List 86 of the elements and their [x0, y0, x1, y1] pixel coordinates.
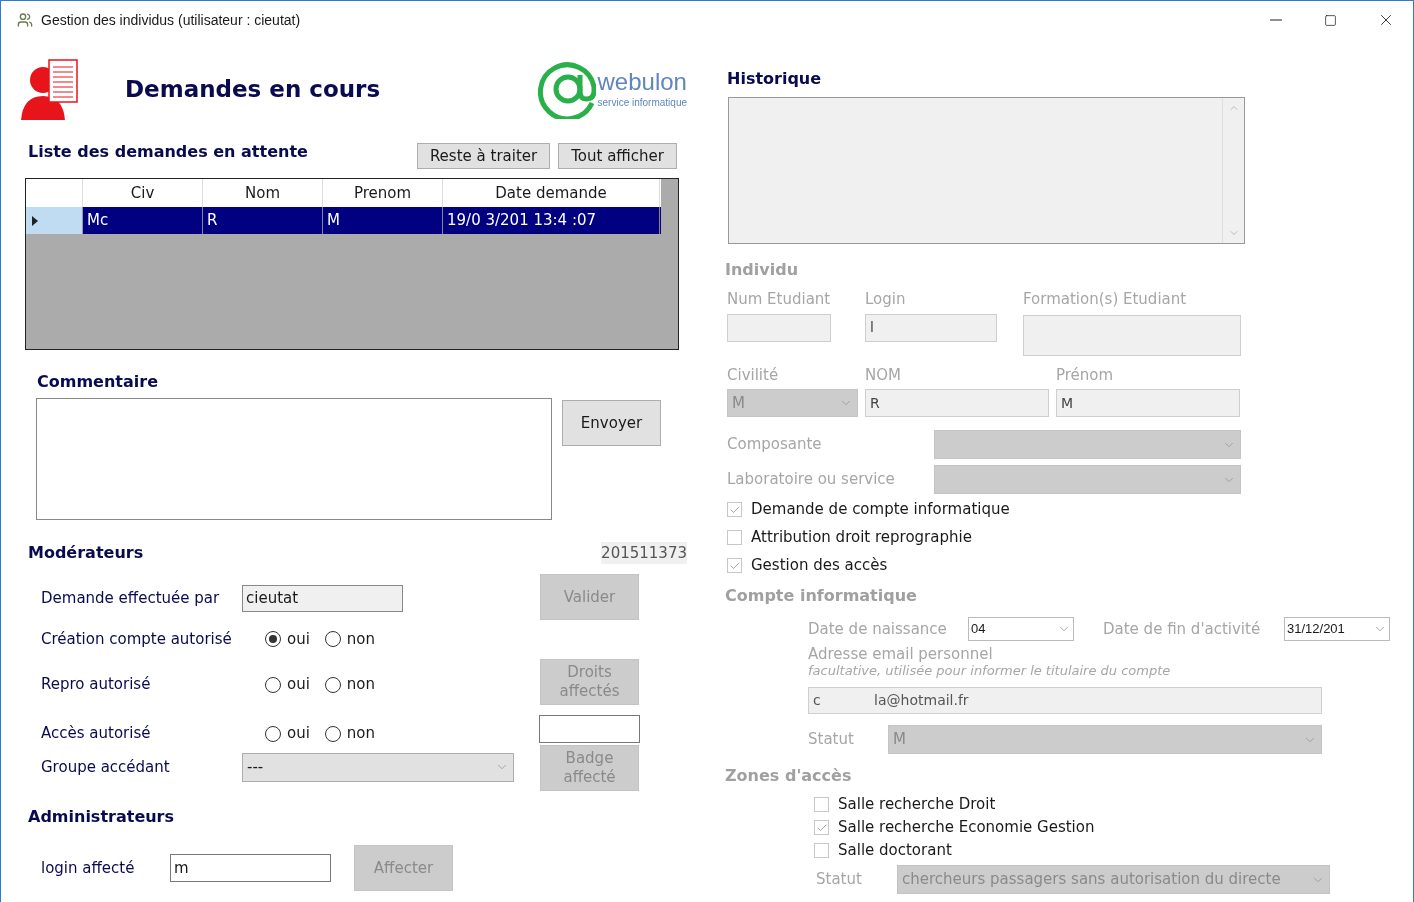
field-label: Groupe accédant [41, 756, 171, 778]
field-label: Statut [816, 869, 863, 891]
checkbox[interactable] [727, 530, 742, 545]
checkbox-label: Salle doctorant [838, 840, 952, 862]
radio-label: oui [287, 628, 310, 650]
field-label: Adresse email personnel [808, 645, 994, 663]
field-label: Formation(s) Etudiant [1023, 289, 1188, 310]
window-title: Gestion des individus (utilisateur : cieutat) [41, 10, 301, 30]
field-label: Accès autorisé [41, 723, 152, 745]
comment-field[interactable] [36, 398, 552, 520]
checkbox-label: Salle recherche Economie Gestion [838, 817, 1095, 839]
field-label: Création compte autorisé [41, 628, 233, 650]
section-title: Liste des demandes en attente [28, 141, 308, 163]
radio-button[interactable] [324, 676, 341, 693]
field-label: Repro autorisé [41, 674, 152, 696]
section-title: Commentaire [37, 371, 159, 393]
maximize-icon [1324, 13, 1337, 27]
field-label: Num Etudiant [727, 289, 832, 310]
login-field[interactable]: l [865, 313, 997, 342]
section-title: Compte informatique [725, 585, 918, 607]
checkbox[interactable] [727, 558, 742, 573]
checkbox[interactable] [814, 843, 829, 858]
email-field[interactable]: c la@hotmail.fr [808, 687, 1322, 714]
field-label: Statut [808, 729, 855, 751]
requested-by-field[interactable]: cieutat [242, 584, 403, 612]
radio-button[interactable] [265, 631, 281, 647]
section-title: Individu [725, 259, 800, 281]
birth-date-picker[interactable]: 04 [968, 617, 1074, 641]
table-row[interactable]: Mc R M 19/0 3/201 13:4 :07 [26, 207, 661, 234]
field-label: Laboratoire ou service [727, 469, 896, 491]
section-title: Historique [727, 68, 823, 90]
checkbox-label: Salle recherche Droit [838, 794, 996, 816]
field-label: NOM [865, 364, 902, 386]
field-label: Prénom [1056, 364, 1115, 386]
student-number-field[interactable] [727, 313, 831, 342]
person-document-icon [21, 58, 81, 120]
section-title: Zones d'accès [725, 765, 853, 787]
field-label: Civilité [727, 364, 780, 386]
checkbox-label: Attribution droit reprographie [751, 527, 972, 549]
field-label: Date de naissance [808, 618, 948, 640]
radio-button[interactable] [265, 676, 281, 693]
logo-tagline: service informatique [597, 95, 687, 110]
first-name-field[interactable]: M [1056, 389, 1240, 417]
minimize-icon [1269, 19, 1282, 21]
button[interactable]: Envoyer [562, 400, 661, 446]
radio-button[interactable] [324, 725, 341, 742]
radio-button[interactable] [324, 631, 341, 647]
request-number: 201511373 [601, 541, 687, 565]
radio-label: non [346, 723, 376, 745]
radio-label: non [346, 628, 376, 650]
field-label: Login [865, 289, 907, 310]
last-name-field[interactable]: R [865, 389, 1049, 417]
end-date-picker[interactable]: 31/12/201 [1284, 617, 1390, 641]
access-group-dropdown[interactable]: --- [242, 752, 514, 782]
login-field[interactable]: m [170, 854, 331, 882]
radio-label: oui [287, 674, 310, 696]
logo-name: webulon [597, 68, 687, 95]
checkbox[interactable] [814, 820, 829, 835]
training-field[interactable] [1023, 314, 1241, 356]
at-sign-logo-icon [537, 59, 596, 119]
radio-button[interactable] [265, 725, 281, 742]
row-header[interactable] [26, 207, 83, 234]
field-label: login affecté [41, 857, 136, 879]
button[interactable]: Reste à traiter [416, 143, 551, 169]
badge-field[interactable] [539, 715, 640, 743]
table-cell: 19/0 3/201 13:4 :07 [443, 207, 660, 234]
field-label: Demande effectuée par [41, 587, 221, 609]
radio-label: non [346, 674, 376, 696]
history-field[interactable] [728, 97, 1245, 244]
section-title: Modérateurs [28, 542, 144, 564]
section-title: Administrateurs [28, 806, 176, 828]
row-pointer-icon [32, 215, 38, 226]
checkbox[interactable] [727, 502, 742, 517]
table-cell: M [323, 207, 443, 234]
checkbox[interactable] [814, 797, 829, 812]
checkbox-label: Demande de compte informatique [751, 499, 1010, 521]
radio-label: oui [287, 723, 310, 745]
checkbox-label: Gestion des accès [751, 555, 888, 577]
table-cell: R [203, 207, 323, 234]
field-label: Composante [727, 434, 823, 456]
button[interactable]: Tout afficher [558, 143, 677, 169]
table-cell: Mc [83, 207, 203, 234]
page-title: Demandes en cours [125, 74, 381, 104]
field-hint: facultative, utilisée pour informer le titulaire du compte [808, 663, 1172, 679]
field-label: Date de fin d'activité [1103, 618, 1262, 640]
users-icon [17, 12, 33, 28]
